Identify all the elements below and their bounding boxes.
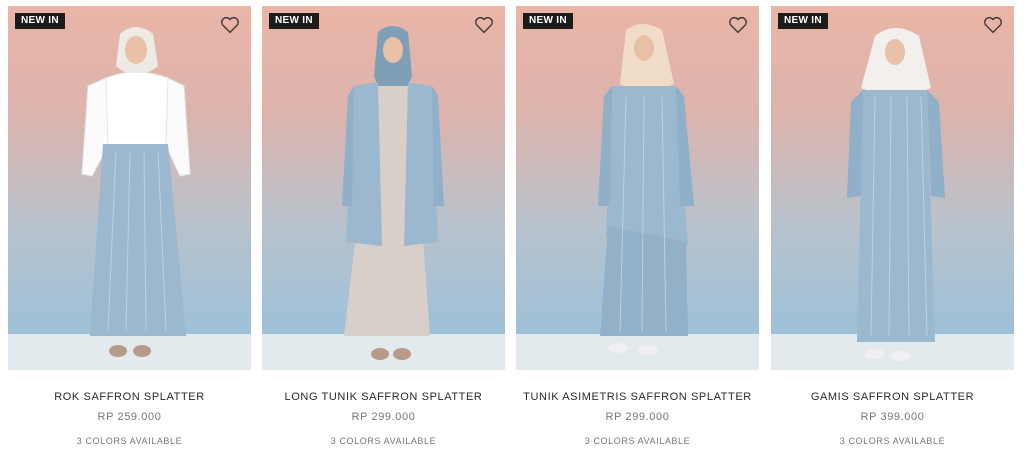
product-name[interactable]: ROK SAFFRON SPLATTER: [8, 391, 251, 403]
model-figure: [342, 26, 444, 360]
colors-available: 3 COLORS AVAILABLE: [330, 436, 437, 446]
wishlist-heart-icon[interactable]: [219, 14, 241, 36]
product-name[interactable]: GAMIS SAFFRON SPLATTER: [771, 391, 1014, 403]
new-in-badge: NEW IN: [523, 13, 573, 29]
product-image[interactable]: NEW IN: [771, 6, 1014, 370]
product-price: RP 399.000: [860, 411, 925, 423]
product-image[interactable]: NEW IN: [8, 6, 251, 370]
product-image[interactable]: NEW IN: [262, 6, 505, 370]
new-in-badge: NEW IN: [778, 13, 828, 29]
product-name[interactable]: TUNIK ASIMETRIS SAFFRON SPLATTER: [516, 391, 759, 403]
product-name[interactable]: LONG TUNIK SAFFRON SPLATTER: [262, 391, 505, 403]
product-card[interactable]: NEW IN GAMIS SAFFRON SPLATTER RP 399.000…: [771, 6, 1014, 456]
product-price: RP 299.000: [351, 411, 416, 423]
colors-available: 3 COLORS AVAILABLE: [76, 436, 183, 446]
model-figure: [81, 27, 191, 357]
product-price: RP 259.000: [97, 411, 162, 423]
wishlist-heart-icon[interactable]: [727, 14, 749, 36]
product-card[interactable]: NEW IN LONG TUNIK SAFFRON SPLATTER RP 29…: [262, 6, 505, 456]
model-figure: [847, 28, 945, 361]
product-card[interactable]: NEW IN TUNIK ASIMETRIS SAFFRON SPLATTER …: [516, 6, 759, 456]
colors-available: 3 COLORS AVAILABLE: [584, 436, 691, 446]
colors-available: 3 COLORS AVAILABLE: [839, 436, 946, 446]
product-card[interactable]: NEW IN ROK SAFFRON SPLATTER RP 259.000 3…: [8, 6, 251, 456]
product-grid: NEW IN ROK SAFFRON SPLATTER RP 259.000 3…: [0, 0, 1024, 461]
new-in-badge: NEW IN: [15, 13, 65, 29]
model-figure: [598, 24, 694, 355]
new-in-badge: NEW IN: [269, 13, 319, 29]
product-price: RP 299.000: [605, 411, 670, 423]
wishlist-heart-icon[interactable]: [473, 14, 495, 36]
wishlist-heart-icon[interactable]: [982, 14, 1004, 36]
product-image[interactable]: NEW IN: [516, 6, 759, 370]
